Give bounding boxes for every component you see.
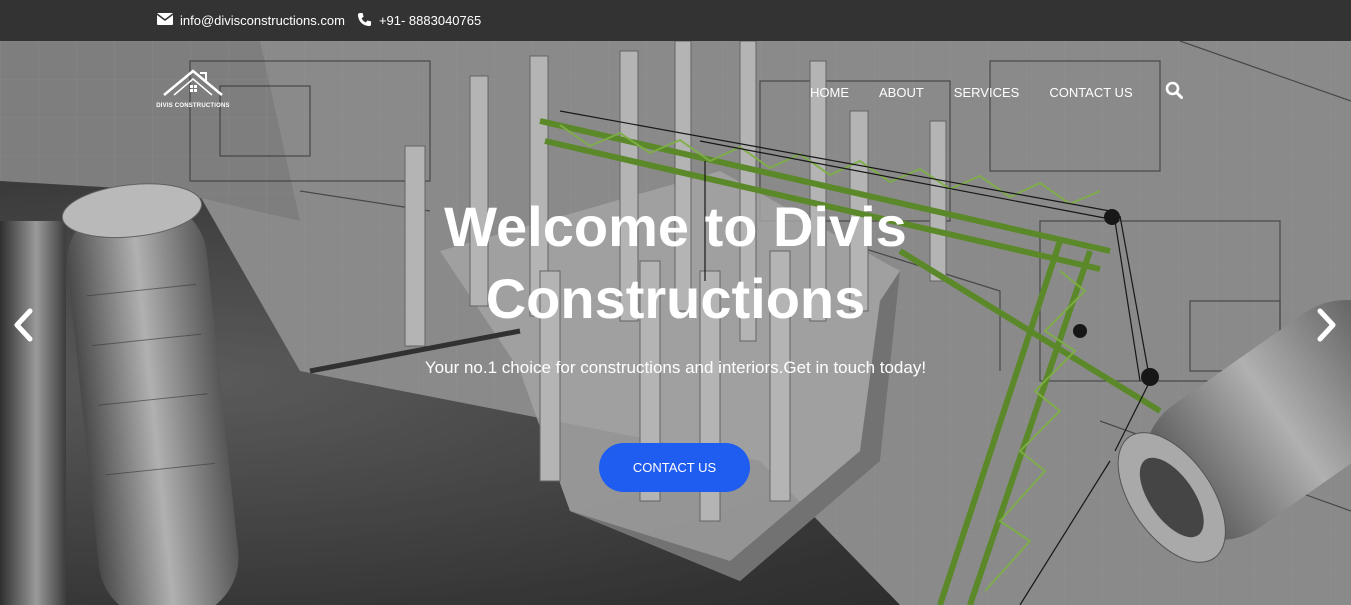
search-icon[interactable]	[1165, 81, 1183, 104]
nav-item-services[interactable]: SERVICES	[954, 85, 1020, 100]
contact-us-button[interactable]: CONTACT US	[599, 443, 750, 492]
hero-title-line2: Constructions	[485, 267, 866, 330]
logo-text: DIVIS CONSTRUCTIONS	[156, 103, 230, 109]
phone-icon	[357, 12, 372, 30]
nav-item-contact-us[interactable]: CONTACT US	[1049, 85, 1132, 100]
site-logo[interactable]: DIVIS CONSTRUCTIONS	[155, 67, 231, 115]
hero-title: Welcome to Divis Constructions	[0, 191, 1351, 335]
email-text[interactable]: info@divisconstructions.com	[180, 13, 345, 28]
house-roof-icon	[160, 69, 226, 101]
hero-banner: DIVIS CONSTRUCTIONS HOME ABOUT SERVICES …	[0, 41, 1351, 605]
chevron-left-icon[interactable]	[10, 305, 36, 345]
hero-subtitle: Your no.1 choice for constructions and i…	[424, 358, 927, 377]
phone-contact[interactable]: +91- 8883040765	[357, 12, 481, 30]
phone-text[interactable]: +91- 8883040765	[379, 13, 481, 28]
top-contact-bar: info@divisconstructions.com +91- 8883040…	[0, 0, 1351, 41]
email-contact[interactable]: info@divisconstructions.com	[156, 13, 345, 28]
chevron-right-icon[interactable]	[1314, 305, 1340, 345]
envelope-icon	[156, 13, 174, 28]
hero-title-line1: Welcome to Divis	[444, 195, 907, 258]
nav-item-about[interactable]: ABOUT	[879, 85, 924, 100]
main-navigation: HOME ABOUT SERVICES CONTACT US	[810, 81, 1183, 104]
nav-item-home[interactable]: HOME	[810, 85, 849, 100]
